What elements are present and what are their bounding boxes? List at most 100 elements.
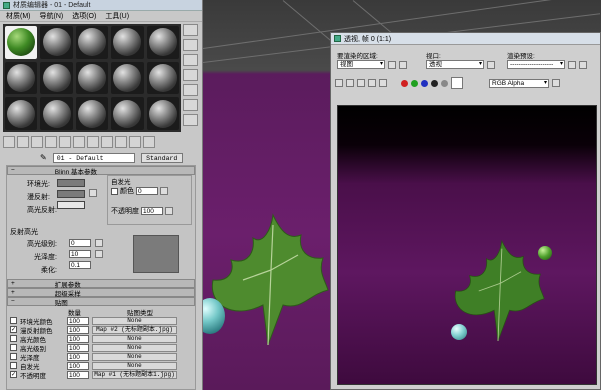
diffuse-map-button[interactable] <box>89 189 97 199</box>
menu-navigation[interactable]: 导航(N) <box>40 11 64 21</box>
auto-region-button[interactable] <box>399 60 407 69</box>
map-enable-checkbox[interactable] <box>10 353 17 360</box>
map-slot-button[interactable]: None <box>92 334 177 343</box>
material-slot[interactable] <box>40 97 73 130</box>
show-end-result-button[interactable] <box>115 136 127 148</box>
map-slot-button[interactable]: Map #2 (无标题副本.jpg) <box>92 325 177 334</box>
soften-spinner[interactable]: 0.1 <box>69 261 91 269</box>
rollout-supersampling[interactable]: + 超级采样 <box>7 288 195 298</box>
show-map-in-viewport-button[interactable] <box>101 136 113 148</box>
menu-options[interactable]: 选项(O) <box>72 11 96 21</box>
opacity-spinner[interactable]: 100 <box>141 207 163 215</box>
copy-image-icon[interactable] <box>346 79 354 87</box>
material-slot[interactable] <box>75 97 109 130</box>
material-slot[interactable] <box>75 61 109 95</box>
display-channel-dropdown[interactable]: RGB Alpha <box>489 78 549 88</box>
map-amount-spinner[interactable]: 100 <box>67 325 89 334</box>
material-editor-titlebar[interactable]: 材质编辑器 - 01 - Default <box>0 0 202 11</box>
options-button[interactable] <box>183 114 198 126</box>
material-slot[interactable] <box>111 61 144 95</box>
map-enable-checkbox[interactable] <box>10 317 17 324</box>
assign-to-selection-button[interactable] <box>31 136 43 148</box>
menu-material[interactable]: 材质(M) <box>6 11 31 21</box>
rollout-extended[interactable]: + 扩展参数 <box>7 279 195 289</box>
material-slot[interactable] <box>111 97 144 130</box>
map-slot-button[interactable]: None <box>92 316 177 325</box>
map-enable-checkbox[interactable] <box>10 344 17 351</box>
material-id-button[interactable] <box>87 136 99 148</box>
material-slot[interactable] <box>40 61 73 95</box>
rollout-maps[interactable]: − 贴图 <box>7 297 195 307</box>
viewport-dropdown[interactable]: 透视 <box>426 60 484 69</box>
self-illum-spinner[interactable]: 0 <box>136 187 158 195</box>
ambient-color-swatch[interactable] <box>57 179 85 187</box>
material-slot[interactable] <box>146 26 179 59</box>
red-channel-toggle[interactable] <box>401 79 408 87</box>
blue-channel-toggle[interactable] <box>421 79 428 87</box>
sample-type-button[interactable] <box>183 24 198 36</box>
map-slot-button[interactable]: None <box>92 361 177 370</box>
get-material-button[interactable] <box>3 136 15 148</box>
material-type-button[interactable]: Standard <box>140 152 183 163</box>
put-to-scene-button[interactable] <box>17 136 29 148</box>
clone-window-icon[interactable] <box>357 79 365 87</box>
background-button[interactable] <box>183 54 198 66</box>
area-to-render-dropdown[interactable]: 视图 <box>337 60 385 69</box>
background-swatch[interactable] <box>451 77 463 89</box>
map-enable-checkbox[interactable] <box>10 371 17 378</box>
render-window-titlebar[interactable]: 透视, 帧 0 (1:1) <box>331 33 600 45</box>
render-window-options-icon[interactable] <box>552 79 560 87</box>
put-to-library-button[interactable] <box>73 136 85 148</box>
uv-tiling-button[interactable] <box>183 69 198 81</box>
material-slot[interactable] <box>146 61 179 95</box>
map-amount-spinner[interactable]: 100 <box>67 370 89 379</box>
menu-utilities[interactable]: 工具(U) <box>105 11 129 21</box>
map-enable-checkbox[interactable] <box>10 362 17 369</box>
monochrome-toggle[interactable] <box>441 79 448 87</box>
alpha-channel-toggle[interactable] <box>431 79 438 87</box>
make-preview-button[interactable] <box>183 99 198 111</box>
opacity-map-button[interactable] <box>165 207 173 215</box>
glossiness-map-button[interactable] <box>95 250 103 258</box>
map-enable-checkbox[interactable] <box>10 335 17 342</box>
material-slot[interactable] <box>146 97 179 130</box>
video-color-check-button[interactable] <box>183 84 198 96</box>
go-forward-sibling-button[interactable] <box>143 136 155 148</box>
environment-button[interactable] <box>579 60 587 69</box>
specular-color-swatch[interactable] <box>57 201 85 209</box>
material-slot[interactable] <box>75 26 109 59</box>
diffuse-color-swatch[interactable] <box>57 190 85 198</box>
render-setup-button[interactable] <box>568 60 576 69</box>
map-amount-spinner[interactable]: 100 <box>67 352 89 361</box>
self-illum-color-checkbox[interactable] <box>111 187 118 195</box>
map-amount-spinner[interactable]: 100 <box>67 343 89 352</box>
spec-level-map-button[interactable] <box>95 239 103 247</box>
lock-viewport-button[interactable] <box>487 60 495 69</box>
map-amount-spinner[interactable]: 100 <box>67 316 89 325</box>
make-unique-button[interactable] <box>59 136 71 148</box>
map-slot-button[interactable]: None <box>92 352 177 361</box>
clear-icon[interactable] <box>379 79 387 87</box>
map-slot-button[interactable]: Map #1 (无标题副本1.jpg) <box>92 370 177 379</box>
backlight-button[interactable] <box>183 39 198 51</box>
go-to-parent-button[interactable] <box>129 136 141 148</box>
material-slot[interactable] <box>5 61 38 95</box>
pick-material-icon[interactable]: ✎ <box>40 153 47 162</box>
spec-level-spinner[interactable]: 0 <box>69 239 91 247</box>
material-slot[interactable] <box>5 26 38 59</box>
self-illum-map-button[interactable] <box>160 187 168 195</box>
map-amount-spinner[interactable]: 100 <box>67 334 89 343</box>
rollout-basic-params[interactable]: − Blinn 基本参数 <box>7 166 195 176</box>
map-slot-button[interactable]: None <box>92 343 177 352</box>
glossiness-spinner[interactable]: 10 <box>69 250 91 258</box>
print-image-icon[interactable] <box>368 79 376 87</box>
save-image-icon[interactable] <box>335 79 343 87</box>
reset-map-button[interactable] <box>45 136 57 148</box>
material-slot[interactable] <box>40 26 73 59</box>
material-name-field[interactable]: 01 - Default <box>52 152 135 163</box>
map-enable-checkbox[interactable] <box>10 326 17 333</box>
green-channel-toggle[interactable] <box>411 79 418 87</box>
map-amount-spinner[interactable]: 100 <box>67 361 89 370</box>
edit-region-button[interactable] <box>388 60 396 69</box>
render-preset-dropdown[interactable]: -------------------- <box>507 60 565 69</box>
